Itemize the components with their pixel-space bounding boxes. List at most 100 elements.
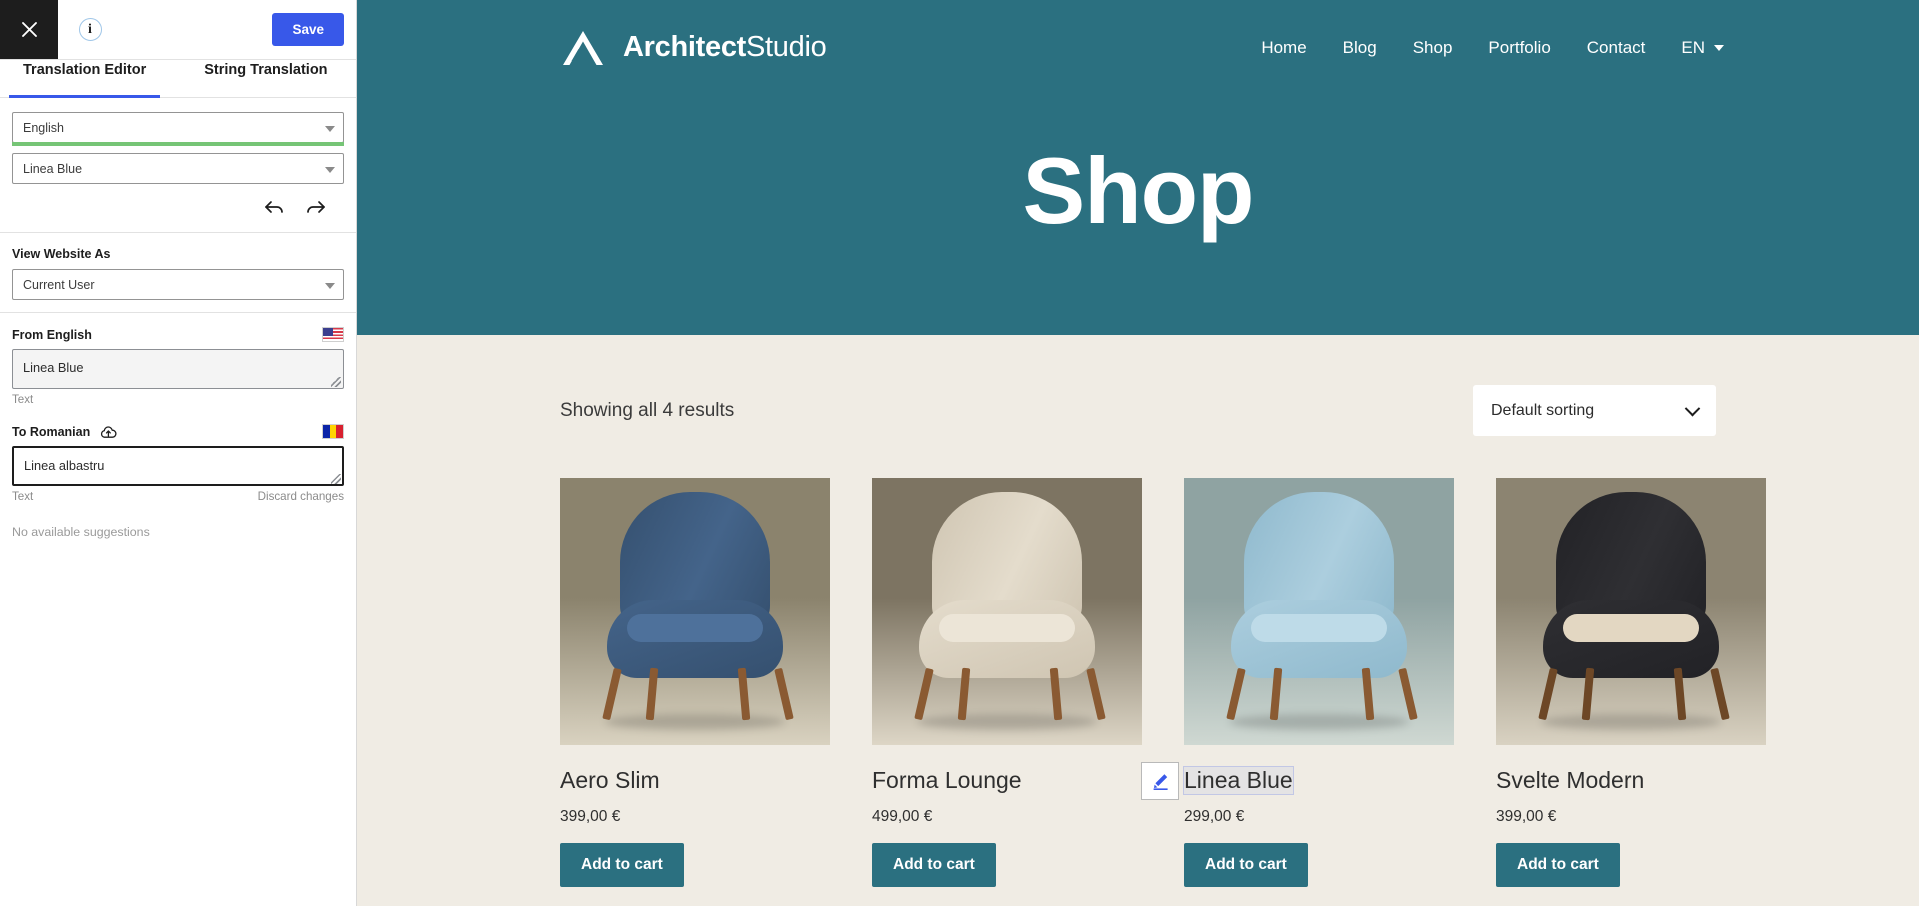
string-select-wrap: Linea Blue <box>12 153 344 184</box>
source-meta-row: Text <box>12 393 344 406</box>
product-image[interactable] <box>1184 478 1454 745</box>
nav-item-contact[interactable]: Contact <box>1587 38 1646 58</box>
site-nav: ArchitectStudio Home Blog Shop Portfolio… <box>357 0 1919 95</box>
chair-leg <box>1398 667 1418 721</box>
product-title-row: Linea Blue <box>1141 745 1454 800</box>
product-title-row: Aero Slim <box>560 745 830 794</box>
romania-flag-icon <box>322 424 344 439</box>
add-to-cart-button[interactable]: Add to cart <box>872 843 996 887</box>
edit-translation-button[interactable] <box>1141 762 1179 800</box>
nav-item-home[interactable]: Home <box>1261 38 1306 58</box>
product-image[interactable] <box>872 478 1142 745</box>
chair-leg <box>1086 667 1106 721</box>
language-select-wrap: English <box>12 112 344 146</box>
product-image[interactable] <box>1496 478 1766 745</box>
chevron-down-icon <box>1714 44 1724 51</box>
flag-band-yellow <box>329 425 337 438</box>
site-preview: ArchitectStudio Home Blog Shop Portfolio… <box>357 0 1919 906</box>
save-button[interactable]: Save <box>272 13 344 46</box>
chair-leg <box>602 667 622 721</box>
product-price: 399,00 € <box>1496 808 1557 825</box>
close-icon <box>21 22 37 37</box>
flag-band-blue <box>323 425 330 438</box>
chair-shadow <box>1229 714 1409 730</box>
brand-text: ArchitectStudio <box>623 31 827 64</box>
brand-bold: Architect <box>623 31 746 63</box>
source-textarea-box <box>12 349 344 389</box>
chevron-down-icon <box>1684 400 1701 416</box>
close-button[interactable] <box>0 0 58 59</box>
product-title[interactable]: Svelte Modern <box>1496 767 1644 794</box>
target-meta-label: Text <box>12 490 34 503</box>
view-website-as-select[interactable]: Current User <box>12 269 344 300</box>
redo-icon[interactable] <box>305 199 326 216</box>
tab-translation-editor[interactable]: Translation Editor <box>9 60 161 98</box>
product-image[interactable] <box>560 478 830 745</box>
chair-cushion <box>1563 614 1699 642</box>
undo-redo-group <box>12 191 344 220</box>
target-text-field[interactable] <box>12 446 344 486</box>
product-title[interactable]: Forma Lounge <box>872 767 1022 794</box>
target-meta-row: Text Discard changes <box>12 490 344 503</box>
nav-item-shop[interactable]: Shop <box>1413 38 1453 58</box>
us-flag-icon <box>322 327 344 342</box>
source-meta-label: Text <box>12 393 34 406</box>
cloud-upload-icon[interactable] <box>100 425 117 439</box>
product-title[interactable]: Linea Blue <box>1183 766 1294 795</box>
product-card: Aero Slim 399,00 € Add to cart <box>560 478 830 887</box>
nav-item-blog[interactable]: Blog <box>1343 38 1377 58</box>
product-title-row: Svelte Modern <box>1496 745 1766 794</box>
nav-links: Home Blog Shop Portfolio Contact EN <box>1261 38 1919 58</box>
string-select[interactable]: Linea Blue <box>12 153 344 184</box>
chair-cushion <box>627 614 763 642</box>
product-price: 399,00 € <box>560 808 621 825</box>
product-title[interactable]: Aero Slim <box>560 767 660 794</box>
product-card: Svelte Modern 399,00 € Add to cart <box>1496 478 1766 887</box>
translation-sidebar: i Save Translation Editor String Transla… <box>0 0 357 906</box>
info-icon: i <box>78 18 102 41</box>
language-select[interactable]: English <box>12 112 344 146</box>
chair-cushion <box>939 614 1075 642</box>
architect-a-logo <box>563 30 603 65</box>
add-to-cart-button[interactable]: Add to cart <box>560 843 684 887</box>
undo-icon[interactable] <box>264 199 285 216</box>
translation-fields-section: From English Text To Romanian <box>0 313 356 551</box>
add-to-cart-button[interactable]: Add to cart <box>1184 843 1308 887</box>
tab-string-translation[interactable]: String Translation <box>190 60 341 97</box>
view-website-as-value: Current User <box>23 277 95 292</box>
chair-leg <box>774 667 794 721</box>
nav-item-portfolio[interactable]: Portfolio <box>1488 38 1550 58</box>
shop-body: Showing all 4 results Default sorting Ae… <box>357 335 1919 887</box>
product-title-row: Forma Lounge <box>872 745 1142 794</box>
string-select-value: Linea Blue <box>23 161 83 176</box>
flag-canton <box>323 328 333 336</box>
chevron-down-icon <box>325 125 335 132</box>
target-textarea-box <box>12 446 344 486</box>
no-suggestions-text: No available suggestions <box>12 525 150 539</box>
selectors-section: English Linea Blue <box>0 98 356 233</box>
chair-shadow <box>605 714 785 730</box>
view-website-as-label: View Website As <box>12 247 111 261</box>
pencil-edit-icon <box>1153 773 1168 790</box>
discard-changes-link[interactable]: Discard changes <box>258 490 344 503</box>
flag-band-red <box>336 425 343 438</box>
chair-illustration <box>1204 492 1434 742</box>
sidebar-tabs: Translation Editor String Translation <box>0 60 356 98</box>
product-price: 499,00 € <box>872 808 933 825</box>
chair-shadow <box>917 714 1097 730</box>
sidebar-topbar: i Save <box>0 0 356 60</box>
add-to-cart-button[interactable]: Add to cart <box>1496 843 1620 887</box>
language-select-value: English <box>23 120 64 135</box>
source-text-field[interactable] <box>12 349 344 389</box>
site-brand[interactable]: ArchitectStudio <box>560 28 827 68</box>
chair-illustration <box>580 492 810 742</box>
chevron-down-icon <box>325 282 335 289</box>
sorting-select[interactable]: Default sorting <box>1473 385 1716 436</box>
language-switcher[interactable]: EN <box>1681 38 1724 58</box>
sorting-select-value: Default sorting <box>1491 401 1595 419</box>
product-grid: Aero Slim 399,00 € Add to cart Forma Lou… <box>560 478 1766 887</box>
info-button[interactable]: i <box>58 0 122 59</box>
language-switcher-label: EN <box>1681 37 1705 57</box>
product-price: 299,00 € <box>1184 808 1245 825</box>
